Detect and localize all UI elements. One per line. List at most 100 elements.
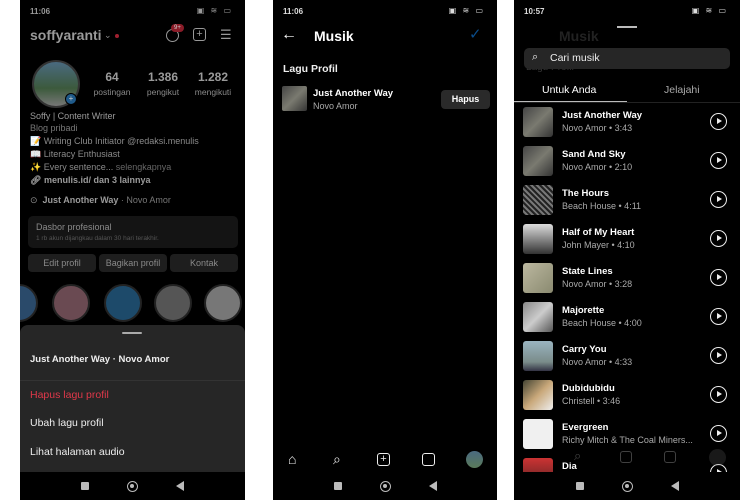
- play-icon[interactable]: [710, 191, 727, 208]
- play-icon[interactable]: [710, 230, 727, 247]
- bio-line: 📝 Writing Club Initiator @redaksi.menuli…: [30, 136, 199, 146]
- more-link[interactable]: selengkapnya: [113, 162, 172, 172]
- recents-button[interactable]: [81, 482, 89, 490]
- add-story-icon[interactable]: +: [65, 93, 77, 105]
- profile-song-artist: · Novo Amor: [118, 195, 171, 205]
- song-thumbnail: [523, 185, 553, 215]
- play-icon[interactable]: [710, 425, 727, 442]
- sheet-handle[interactable]: [122, 332, 142, 334]
- song-subtitle: Novo Amor • 3:43: [562, 123, 633, 133]
- song-title: State Lines: [562, 266, 613, 277]
- create-icon: [620, 451, 632, 463]
- stat-following[interactable]: 1.282 mengikuti: [188, 70, 238, 97]
- profile-avatar-icon[interactable]: [466, 451, 483, 468]
- home-button[interactable]: [379, 480, 391, 492]
- stat-followers[interactable]: 1.386 pengikut: [138, 70, 188, 97]
- back-button[interactable]: [176, 481, 184, 491]
- back-arrow-icon[interactable]: ←: [281, 26, 297, 44]
- system-nav: [273, 472, 497, 500]
- phone-music-settings: 11:06 ▣ ≋ ▭ ← Musik ✓ Lagu Profil Just A…: [273, 0, 497, 500]
- song-title: Carry You: [562, 344, 607, 355]
- back-button[interactable]: [428, 481, 437, 491]
- share-profile-button[interactable]: Bagikan profil: [99, 254, 167, 272]
- song-row[interactable]: State Lines Novo Amor • 3:28: [514, 261, 740, 300]
- song-title: Half of My Heart: [562, 227, 635, 238]
- profile-song-title[interactable]: Just Another Way: [43, 195, 119, 205]
- bottom-sheet: Just Another Way · Novo Amor Hapus lagu …: [20, 325, 245, 472]
- status-icons: ▣ ≋ ▭: [196, 6, 233, 15]
- system-nav: [514, 472, 740, 500]
- status-icons: ▣ ≋ ▭: [448, 6, 485, 15]
- background-nav: ⌕: [514, 446, 740, 472]
- highlight[interactable]: [154, 284, 192, 322]
- divider: [514, 102, 740, 103]
- song-subtitle: Novo Amor • 4:33: [562, 357, 633, 367]
- song-artist: Novo Amor: [313, 101, 358, 111]
- song-row[interactable]: Carry You Novo Amor • 4:33: [514, 339, 740, 378]
- remove-button[interactable]: Hapus: [441, 90, 490, 109]
- play-icon[interactable]: [710, 347, 727, 364]
- song-thumbnail: [523, 302, 553, 332]
- section-title: Lagu Profil: [283, 63, 338, 75]
- sheet-handle[interactable]: [617, 26, 637, 28]
- remove-profile-song[interactable]: Hapus lagu profil: [30, 389, 109, 401]
- contact-button[interactable]: Kontak: [170, 254, 238, 272]
- song-title: Just Another Way: [562, 110, 643, 121]
- highlight[interactable]: [104, 284, 142, 322]
- play-icon[interactable]: [710, 113, 727, 130]
- highlight[interactable]: [20, 284, 38, 322]
- tab-for-you[interactable]: Untuk Anda: [542, 84, 596, 96]
- reels-icon: [664, 451, 676, 463]
- song-subtitle: Novo Amor • 3:28: [562, 279, 633, 289]
- bio-link[interactable]: menulis.id/ dan 3 lainnya: [44, 175, 151, 185]
- sheet-title: Just Another Way · Novo Amor: [30, 354, 170, 365]
- play-icon[interactable]: [710, 386, 727, 403]
- song-thumbnail: [523, 107, 553, 137]
- song-row[interactable]: The Hours Beach House • 4:11: [514, 183, 740, 222]
- change-profile-song[interactable]: Ubah lagu profil: [30, 417, 104, 429]
- home-button[interactable]: [621, 480, 633, 492]
- highlight[interactable]: [52, 284, 90, 322]
- profile-avatar-icon: [709, 449, 726, 466]
- home-icon[interactable]: ⌂: [288, 451, 296, 467]
- recents-button[interactable]: [333, 482, 342, 490]
- song-row[interactable]: Half of My Heart John Mayer • 4:10: [514, 222, 740, 261]
- status-time: 10:57: [524, 7, 545, 16]
- song-thumbnail: [523, 341, 553, 371]
- chevron-down-icon[interactable]: ⌄: [104, 30, 112, 41]
- song-thumbnail: [282, 86, 307, 111]
- search-input[interactable]: ⌕ Cari musik: [524, 48, 730, 69]
- menu-icon[interactable]: ☰: [220, 27, 232, 43]
- view-audio-page[interactable]: Lihat halaman audio: [30, 446, 125, 458]
- add-icon[interactable]: +: [193, 28, 206, 41]
- song-row[interactable]: Majorette Beach House • 4:00: [514, 300, 740, 339]
- song-title: Evergreen: [562, 422, 609, 433]
- play-icon[interactable]: [710, 152, 727, 169]
- username[interactable]: soffyaranti: [30, 27, 102, 43]
- play-icon[interactable]: [710, 269, 727, 286]
- link-icon: 🔗︎: [30, 175, 44, 185]
- search-icon[interactable]: ⌕: [333, 451, 341, 468]
- tab-explore[interactable]: Jelajahi: [664, 84, 700, 96]
- dashboard-title: Dasbor profesional: [36, 222, 112, 232]
- home-button[interactable]: [127, 480, 138, 492]
- recents-button[interactable]: [575, 482, 584, 490]
- song-row[interactable]: Dubidubidu Christell • 3:46: [514, 378, 740, 417]
- song-subtitle: Beach House • 4:00: [562, 318, 642, 328]
- create-icon[interactable]: +: [377, 453, 390, 466]
- status-time: 11:06: [283, 7, 304, 16]
- stat-posts[interactable]: 64 postingan: [87, 70, 137, 97]
- search-icon: ⌕: [574, 448, 582, 463]
- song-subtitle: Christell • 3:46: [562, 396, 621, 406]
- highlight[interactable]: [204, 284, 242, 322]
- check-icon[interactable]: ✓: [469, 25, 482, 43]
- dashboard-card[interactable]: Dasbor profesional 1 rb akun dijangkau d…: [28, 216, 238, 248]
- song-subtitle: Richy Mitch & The Coal Miners...: [562, 435, 693, 445]
- play-icon[interactable]: [710, 308, 727, 325]
- edit-profile-button[interactable]: Edit profil: [28, 254, 96, 272]
- dashboard-subtitle: 1 rb akun dijangkau dalam 30 hari terakh…: [36, 235, 159, 242]
- song-row[interactable]: Sand And Sky Novo Amor • 2:10: [514, 144, 740, 183]
- song-row[interactable]: Just Another Way Novo Amor • 3:43: [514, 105, 740, 144]
- reels-icon[interactable]: [422, 453, 435, 466]
- back-button[interactable]: [670, 481, 679, 491]
